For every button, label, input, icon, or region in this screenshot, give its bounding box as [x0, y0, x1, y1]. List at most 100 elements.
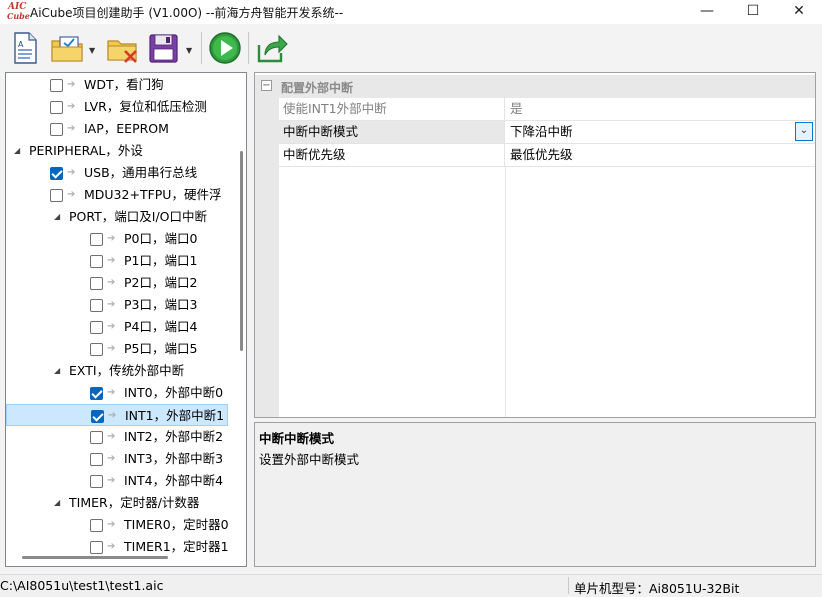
- tree-item-label: MDU32+TFPU，硬件浮: [84, 187, 222, 202]
- tree-item[interactable]: ➔ INT3，外部中断3: [6, 448, 228, 470]
- tree-item-label: P3口，端口3: [124, 297, 198, 312]
- open-dropdown-arrow[interactable]: ▼: [89, 46, 95, 55]
- tree-item-label: INT0，外部中断0: [124, 385, 224, 400]
- export-icon: [257, 34, 288, 63]
- tree-item-label: INT1，外部中断1: [125, 408, 225, 423]
- tree-item-checkbox[interactable]: [90, 277, 103, 290]
- tree-item-checkbox[interactable]: [50, 101, 63, 114]
- tree-item[interactable]: ➔ WDT，看门狗: [6, 74, 228, 96]
- tree-item-label: INT2，外部中断2: [124, 429, 224, 444]
- property-value[interactable]: 最低优先级: [506, 144, 815, 166]
- close-project-button[interactable]: [105, 31, 141, 65]
- tree-item-checkbox[interactable]: [90, 387, 103, 400]
- expand-toggle-icon[interactable]: ◢: [54, 492, 60, 514]
- toolbar-separator: [201, 32, 202, 64]
- tree-item[interactable]: ◢ PERIPHERAL，外设: [6, 140, 228, 162]
- status-divider: [568, 577, 569, 594]
- tree-item-checkbox[interactable]: [90, 233, 103, 246]
- tree-item[interactable]: ➔ IAP，EEPROM: [6, 118, 228, 140]
- arrow-right-icon: ➔: [107, 277, 116, 288]
- tree-item-checkbox[interactable]: [90, 255, 103, 268]
- tree-item[interactable]: ➔ P0口，端口0: [6, 228, 228, 250]
- save-dropdown-arrow[interactable]: ▼: [186, 46, 192, 55]
- tree-item[interactable]: ➔ INT1，外部中断1: [6, 404, 228, 426]
- collapse-icon[interactable]: −: [261, 80, 272, 91]
- tree-item-checkbox[interactable]: [90, 321, 103, 334]
- description-title: 中断中断模式: [259, 431, 335, 446]
- tree-item-label: PERIPHERAL，外设: [29, 143, 143, 158]
- tree-item-checkbox[interactable]: [90, 343, 103, 356]
- new-project-button[interactable]: A: [10, 31, 40, 65]
- property-name: 中断中断模式: [279, 121, 505, 143]
- tree-horizontal-scrollbar[interactable]: [6, 551, 246, 565]
- maximize-button[interactable]: ☐: [730, 0, 776, 24]
- status-bar: C:\AI8051u\test1\test1.aic 单片机型号：Ai8051U…: [0, 574, 822, 596]
- tree-item-checkbox[interactable]: [50, 79, 63, 92]
- tree-item[interactable]: ➔ TIMER0，定时器0: [6, 514, 229, 536]
- tree-item-checkbox[interactable]: [50, 123, 63, 136]
- run-button[interactable]: [208, 31, 242, 65]
- tree-item-checkbox[interactable]: [90, 431, 103, 444]
- arrow-right-icon: ➔: [67, 189, 76, 200]
- expand-toggle-icon[interactable]: ◢: [14, 140, 20, 162]
- tree-item-checkbox[interactable]: [90, 453, 103, 466]
- tree-horizontal-scroll-thumb[interactable]: [22, 556, 168, 559]
- tree-item[interactable]: ➔ P1口，端口1: [6, 250, 228, 272]
- arrow-right-icon: ➔: [67, 101, 76, 112]
- tree-item-checkbox[interactable]: [50, 167, 63, 180]
- tree-item[interactable]: ➔ P5口，端口5: [6, 338, 228, 360]
- tree-item[interactable]: ➔ MDU32+TFPU，硬件浮: [6, 184, 228, 206]
- new-document-icon: A: [14, 32, 37, 64]
- chevron-down-icon[interactable]: ⌄: [795, 122, 813, 141]
- description-text: 设置外部中断模式: [259, 452, 360, 467]
- tree-vertical-scrollbar[interactable]: [236, 73, 246, 551]
- peripheral-tree[interactable]: ➔ WDT，看门狗 ➔ LVR，复位和低压检测 ➔ IAP，EEPROM ◢ PERIPHER…: [5, 72, 247, 567]
- tree-item[interactable]: ➔ P4口，端口4: [6, 316, 228, 338]
- tree-item[interactable]: ➔ USB，通用串行总线: [6, 162, 228, 184]
- property-row-interrupt-mode[interactable]: 中断中断模式 下降沿中断 ⌄: [279, 121, 815, 144]
- tree-item-checkbox[interactable]: [91, 410, 104, 423]
- tree-item[interactable]: ➔ INT2，外部中断2: [6, 426, 228, 448]
- tree-item-label: IAP，EEPROM: [84, 121, 169, 136]
- arrow-right-icon: ➔: [107, 255, 116, 266]
- tree-item[interactable]: ➔ INT4，外部中断4: [6, 470, 228, 492]
- arrow-right-icon: ➔: [107, 233, 116, 244]
- tree-item-label: TIMER，定时器/计数器: [69, 495, 200, 510]
- tree-item-label: P4口，端口4: [124, 319, 198, 334]
- interrupt-mode-select[interactable]: 下降沿中断 ⌄: [506, 121, 815, 143]
- tree-item-label: PORT，端口及I/O口中断: [69, 209, 208, 224]
- tree-item[interactable]: ◢ EXTI，传统外部中断: [6, 360, 228, 382]
- tree-item-label: EXTI，传统外部中断: [69, 363, 185, 378]
- tree-vertical-scroll-thumb[interactable]: [240, 151, 243, 351]
- property-row-enable-int1[interactable]: 使能INT1外部中断 是: [279, 98, 815, 121]
- minimize-button[interactable]: —: [684, 0, 730, 24]
- expand-toggle-icon[interactable]: ◢: [54, 206, 60, 228]
- tree-item[interactable]: ➔ P2口，端口2: [6, 272, 228, 294]
- property-grid-margin: [255, 98, 279, 417]
- tree-item[interactable]: ➔ INT0，外部中断0: [6, 382, 228, 404]
- property-category[interactable]: − 配置外部中断: [255, 75, 815, 98]
- close-button[interactable]: ✕: [776, 0, 822, 24]
- property-column-divider[interactable]: [505, 167, 506, 417]
- save-project-button[interactable]: [147, 31, 181, 65]
- tree-item[interactable]: ➔ P3口，端口3: [6, 294, 228, 316]
- property-row-interrupt-priority[interactable]: 中断优先级 最低优先级: [279, 144, 815, 167]
- property-grid[interactable]: − 配置外部中断 使能INT1外部中断 是 中断中断模式 下降沿中断 ⌄ 中断优…: [254, 72, 816, 418]
- export-button[interactable]: [255, 31, 289, 65]
- expand-toggle-icon[interactable]: ◢: [54, 360, 60, 382]
- arrow-right-icon: ➔: [107, 299, 116, 310]
- tree-item-checkbox[interactable]: [90, 299, 103, 312]
- arrow-right-icon: ➔: [107, 519, 116, 530]
- arrow-right-icon: ➔: [108, 410, 117, 421]
- tree-item[interactable]: ◢ PORT，端口及I/O口中断: [6, 206, 228, 228]
- svg-text:A: A: [18, 40, 24, 49]
- tree-item[interactable]: ◢ TIMER，定时器/计数器: [6, 492, 228, 514]
- tree-item-checkbox[interactable]: [90, 519, 103, 532]
- toolbar: A ▼ ▼: [0, 26, 822, 70]
- arrow-right-icon: ➔: [67, 167, 76, 178]
- tree-item[interactable]: ➔ LVR，复位和低压检测: [6, 96, 228, 118]
- tree-item-checkbox[interactable]: [90, 475, 103, 488]
- open-project-button[interactable]: [50, 31, 86, 65]
- property-value[interactable]: 是: [506, 98, 815, 120]
- tree-item-checkbox[interactable]: [50, 189, 63, 202]
